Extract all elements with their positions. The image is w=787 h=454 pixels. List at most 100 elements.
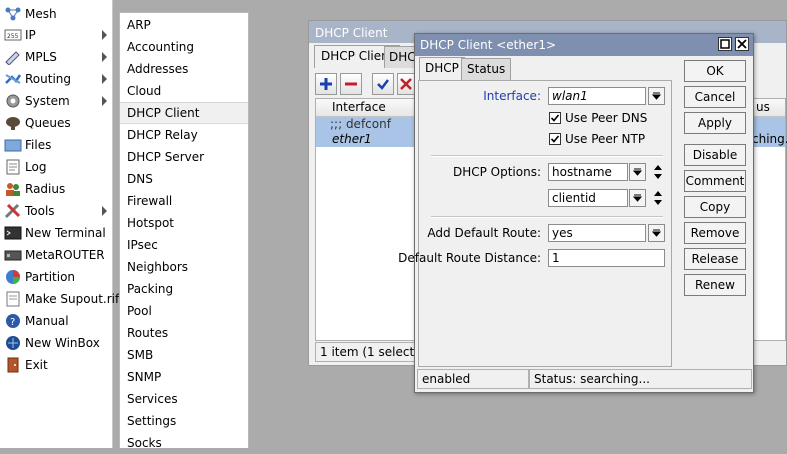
dhcp-options-label: DHCP Options: — [452, 165, 541, 179]
use-peer-ntp-label: Use Peer NTP — [565, 132, 646, 146]
menu-item-mpls[interactable]: MPLS — [0, 46, 113, 68]
maximize-button[interactable] — [718, 37, 732, 51]
up-down-icon[interactable] — [652, 163, 664, 181]
add-button[interactable] — [315, 73, 337, 95]
menu-item-label: Exit — [25, 358, 48, 372]
dhcp-option-field[interactable]: hostname — [548, 163, 628, 181]
apply-button[interactable]: Apply — [684, 112, 746, 134]
submenu-item-dns[interactable]: DNS — [120, 168, 248, 190]
copy-button[interactable]: Copy — [684, 196, 746, 218]
ip-submenu: ARP Accounting Addresses Cloud DHCP Clie… — [119, 12, 249, 450]
menu-item-exit[interactable]: Exit — [0, 354, 113, 376]
remove-icon — [345, 82, 357, 86]
submenu-item-dhcp-server[interactable]: DHCP Server — [120, 146, 248, 168]
menu-item-new-winbox[interactable]: New WinBox — [0, 332, 113, 354]
default-route-distance-input[interactable]: 1 — [548, 249, 665, 267]
renew-button[interactable]: Renew — [684, 274, 746, 296]
submenu-item-packing[interactable]: Packing — [120, 278, 248, 300]
submenu-item-settings[interactable]: Settings — [120, 410, 248, 432]
tab-status[interactable]: Status — [461, 58, 512, 80]
submenu-item-dhcp-relay[interactable]: DHCP Relay — [120, 124, 248, 146]
use-peer-dns-checkbox[interactable] — [549, 112, 561, 124]
menu-item-label: Tools — [25, 204, 55, 218]
menu-item-ip[interactable]: 255 IP — [0, 24, 113, 46]
menu-item-new-terminal[interactable]: New Terminal — [0, 222, 113, 244]
remove-button[interactable]: Remove — [684, 222, 746, 244]
submenu-item-services[interactable]: Services — [120, 388, 248, 410]
log-icon — [6, 159, 20, 175]
menu-item-system[interactable]: System — [0, 90, 113, 112]
dialog-title[interactable]: DHCP Client <ether1> — [415, 34, 753, 56]
menu-item-tools[interactable]: Tools — [0, 200, 113, 222]
dhcp-option-dropdown-button[interactable] — [629, 189, 646, 207]
submenu-item-addresses[interactable]: Addresses — [120, 58, 248, 80]
release-button[interactable]: Release — [684, 248, 746, 270]
queues-icon — [6, 117, 20, 130]
submenu-item-dhcp-client[interactable]: DHCP Client — [120, 102, 248, 124]
menu-item-partition[interactable]: Partition — [0, 266, 113, 288]
menu-item-make-supout[interactable]: Make Supout.rif — [0, 288, 119, 310]
submenu-item-snmp[interactable]: SNMP — [120, 366, 248, 388]
submenu-arrow-icon — [102, 52, 107, 62]
add-default-route-select[interactable]: yes — [548, 224, 646, 242]
menu-item-label: Radius — [25, 182, 66, 196]
tab-dhcp-other[interactable]: DHC — [384, 46, 416, 68]
menu-item-label: IP — [25, 28, 36, 42]
interface-dropdown-button[interactable] — [648, 87, 665, 105]
column-header-status[interactable]: us — [756, 100, 770, 114]
submenu-item-pool[interactable]: Pool — [120, 300, 248, 322]
enable-check-icon — [377, 79, 389, 90]
menu-item-radius[interactable]: Radius — [0, 178, 113, 200]
cancel-button[interactable]: Cancel — [684, 86, 746, 108]
up-down-icon[interactable] — [652, 189, 664, 207]
submenu-item-ipsec[interactable]: IPsec — [120, 234, 248, 256]
menu-item-label: Make Supout.rif — [25, 292, 120, 306]
comment-button[interactable]: Comment — [684, 170, 746, 192]
tab-dhcp[interactable]: DHCP — [419, 57, 465, 80]
use-peer-ntp-checkbox[interactable] — [549, 133, 561, 145]
add-default-route-dropdown-button[interactable] — [648, 224, 665, 242]
disable-button[interactable]: Disable — [684, 144, 746, 166]
separator — [431, 216, 663, 218]
dropdown-arrow-icon — [652, 229, 661, 237]
submenu-item-accounting[interactable]: Accounting — [120, 36, 248, 58]
ok-button[interactable]: OK — [684, 60, 746, 82]
dropdown-arrow-icon — [633, 168, 642, 176]
submenu-arrow-icon — [102, 96, 107, 106]
dropdown-arrow-icon — [633, 194, 642, 202]
menu-item-manual[interactable]: ? Manual — [0, 310, 113, 332]
dialog-status-text: Status: searching... — [529, 369, 752, 389]
menu-item-queues[interactable]: Queues — [0, 112, 113, 134]
submenu-item-cloud[interactable]: Cloud — [120, 80, 248, 102]
submenu-item-socks[interactable]: Socks — [120, 432, 248, 454]
menu-item-metarouter[interactable]: MetaROUTER — [0, 244, 113, 266]
submenu-item-firewall[interactable]: Firewall — [120, 190, 248, 212]
row-status: ching... — [752, 132, 787, 146]
enable-button[interactable] — [372, 73, 394, 95]
remove-button[interactable] — [340, 73, 362, 95]
partition-icon — [6, 270, 20, 284]
close-button[interactable] — [735, 37, 749, 51]
interface-select[interactable]: wlan1 — [548, 87, 646, 105]
submenu-item-arp[interactable]: ARP — [120, 14, 248, 36]
submenu-item-routes[interactable]: Routes — [120, 322, 248, 344]
dhcp-settings-panel: Interface: wlan1 Use Peer DNS Use Peer N… — [398, 80, 672, 367]
menu-item-log[interactable]: Log — [0, 156, 113, 178]
disable-button[interactable] — [397, 73, 415, 95]
dhcp-option-field[interactable]: clientid — [548, 189, 628, 207]
menu-item-files[interactable]: Files — [0, 134, 113, 156]
dhcp-option-dropdown-button[interactable] — [629, 163, 646, 181]
column-header-interface[interactable]: Interface — [332, 100, 386, 114]
add-default-route-label: Add Default Route: — [427, 226, 541, 240]
menu-item-mesh[interactable]: Mesh — [0, 3, 113, 25]
svg-text:255: 255 — [7, 33, 19, 40]
menu-item-routing[interactable]: Routing — [0, 68, 113, 90]
menu-item-label: New WinBox — [25, 336, 100, 350]
submenu-item-smb[interactable]: SMB — [120, 344, 248, 366]
list-status: 1 item (1 selected) — [315, 342, 434, 362]
menu-item-label: Queues — [25, 116, 71, 130]
submenu-item-neighbors[interactable]: Neighbors — [120, 256, 248, 278]
menu-item-label: Mesh — [25, 7, 57, 21]
submenu-item-hotspot[interactable]: Hotspot — [120, 212, 248, 234]
manual-icon: ? — [6, 314, 20, 328]
